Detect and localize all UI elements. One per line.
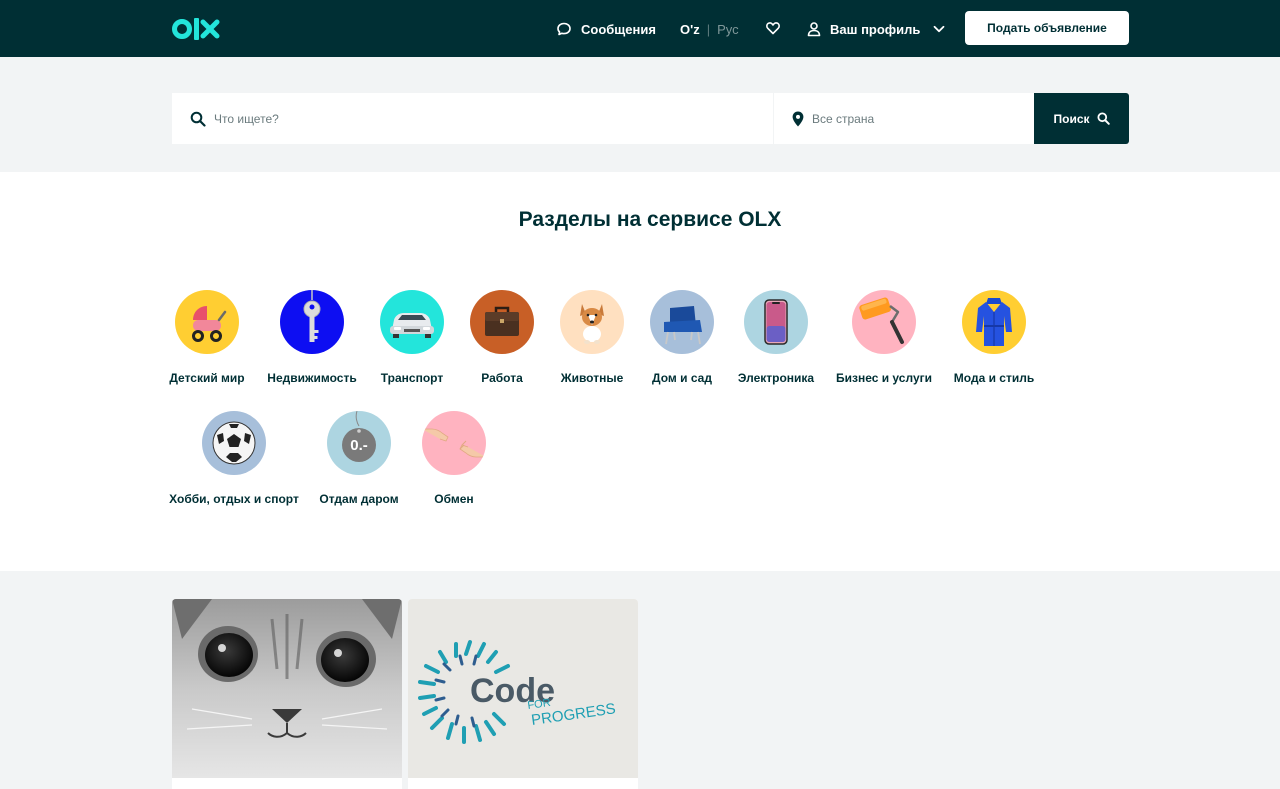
olx-logo[interactable] [172, 14, 222, 44]
code-for-progress-logo: Code FOR PROGRESS [408, 599, 638, 778]
location-pin-icon [792, 111, 804, 126]
profile-menu[interactable]: Ваш профиль [806, 18, 946, 40]
handshake-icon [422, 411, 486, 475]
key-icon [280, 290, 344, 354]
category-label: Мода и стиль [953, 371, 1035, 385]
briefcase-icon [470, 290, 534, 354]
category-label: Обмен [434, 492, 474, 506]
chevron-down-icon [934, 25, 945, 33]
kitten-photo [172, 599, 402, 778]
category-jobs[interactable]: Работа [452, 290, 552, 385]
location-input[interactable] [812, 111, 1022, 126]
category-label: Работа [481, 371, 523, 385]
lang-uz[interactable]: O'z [680, 22, 700, 37]
location-field[interactable] [774, 93, 1034, 144]
category-home-garden[interactable]: Дом и сад [632, 290, 732, 385]
search-icon [190, 111, 206, 127]
category-label: Детский мир [169, 371, 245, 385]
category-electronics[interactable]: Электроника [726, 290, 826, 385]
messages-link[interactable]: Сообщения [556, 19, 656, 39]
category-hobby-sport[interactable]: Хобби, отдых и спорт [164, 411, 304, 506]
category-kids[interactable]: Детский мир [157, 290, 257, 385]
car-icon [380, 290, 444, 354]
search-field[interactable] [172, 93, 773, 144]
price-tag-icon: 0.- [327, 411, 391, 475]
category-label: Дом и сад [652, 371, 712, 385]
stroller-icon [175, 290, 239, 354]
category-label: Хобби, отдых и спорт [169, 492, 299, 506]
coat-icon [962, 290, 1026, 354]
promo-card-code-for-progress[interactable]: Code FOR PROGRESS [408, 599, 638, 789]
lang-divider: | [706, 21, 711, 37]
smartphone-icon [744, 290, 808, 354]
messages-label: Сообщения [581, 21, 656, 37]
search-input[interactable] [214, 111, 754, 126]
category-exchange[interactable]: Обмен [404, 411, 504, 506]
profile-label: Ваш профиль [830, 21, 921, 37]
category-label: Животные [560, 371, 624, 385]
category-label: Электроника [737, 371, 815, 385]
search-icon [1096, 112, 1110, 125]
lang-ru[interactable]: Рус [717, 22, 739, 37]
user-icon [807, 22, 821, 37]
search-button[interactable]: Поиск [1034, 93, 1129, 144]
category-label: Транспорт [380, 371, 444, 385]
top-bar: Сообщения O'z | Рус Ваш профиль Подать о… [0, 0, 1280, 57]
category-fashion[interactable]: Мода и стиль [944, 290, 1044, 385]
search-button-label: Поиск [1053, 111, 1090, 126]
category-transport[interactable]: Транспорт [362, 290, 462, 385]
post-ad-button[interactable]: Подать объявление [965, 11, 1129, 45]
soccer-ball-icon [202, 411, 266, 475]
language-switcher: O'z | Рус [680, 19, 739, 39]
paint-roller-icon [852, 290, 916, 354]
heart-icon[interactable] [765, 20, 781, 36]
category-animals[interactable]: Животные [542, 290, 642, 385]
svg-text:0.-: 0.- [350, 437, 368, 454]
promo-card-kitten[interactable] [172, 599, 402, 789]
chat-bubble-icon [557, 22, 571, 36]
category-free[interactable]: 0.- Отдам даром [309, 411, 409, 506]
categories-title: Разделы на сервисе OLX [518, 208, 782, 231]
armchair-icon [650, 290, 714, 354]
category-label: Недвижимость [267, 371, 357, 385]
category-label: Отдам даром [319, 492, 399, 506]
category-label: Бизнес и услуги [835, 371, 932, 385]
category-real-estate[interactable]: Недвижимость [262, 290, 362, 385]
category-business[interactable]: Бизнес и услуги [834, 290, 934, 385]
dog-icon [560, 290, 624, 354]
